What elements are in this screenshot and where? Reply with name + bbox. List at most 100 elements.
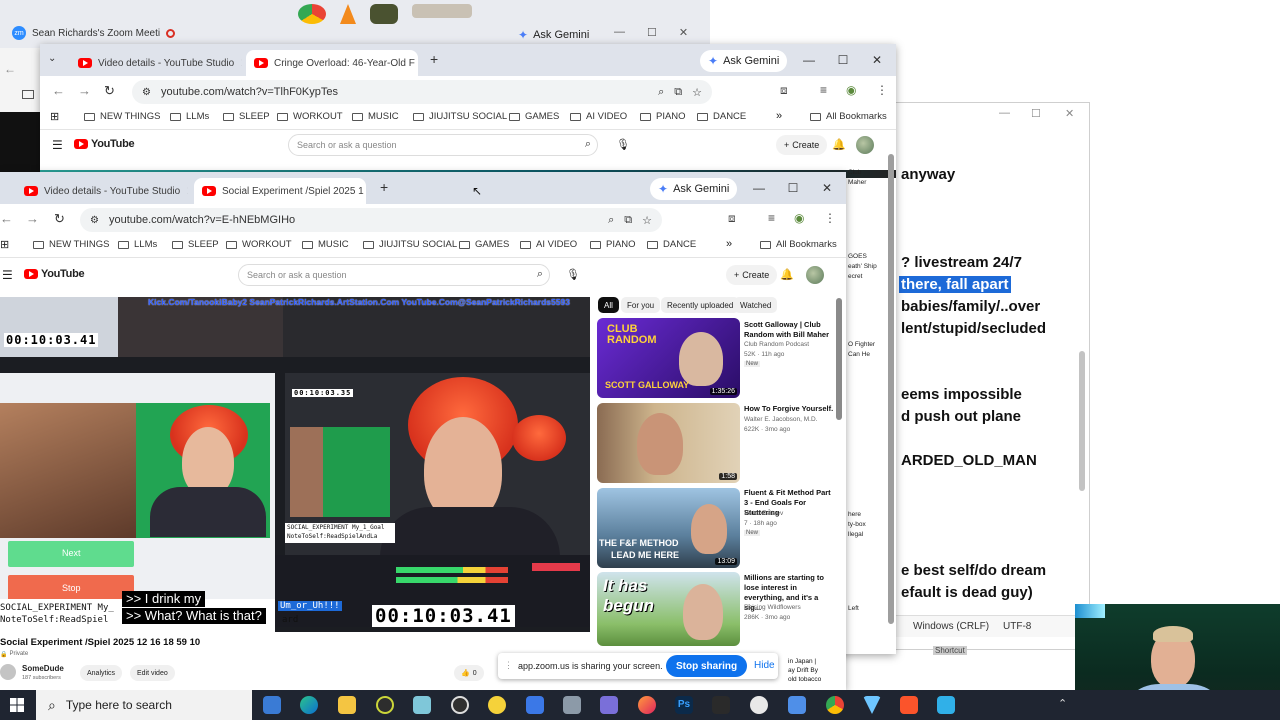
- task-view-icon[interactable]: [263, 696, 281, 714]
- back-arrow-icon[interactable]: ←: [4, 62, 16, 76]
- rec-thumb-2[interactable]: 1:58: [597, 403, 740, 483]
- note-line-6[interactable]: eems impossible: [901, 386, 1022, 403]
- apps-grid-icon[interactable]: ⊞: [0, 238, 9, 251]
- back-icon[interactable]: ←: [0, 211, 13, 226]
- back-tab-studio[interactable]: Video details - YouTube Studio ✕: [70, 50, 242, 76]
- front-tab-social-experiment[interactable]: Social Experiment /Spiel 2025 1 ✕: [194, 178, 366, 204]
- like-button[interactable]: 👍 0: [454, 665, 484, 681]
- analytics-button[interactable]: Analytics: [80, 665, 123, 681]
- back-address-bar[interactable]: ⚙ youtube.com/watch?v=TlhF0KypTes ⌕ ⧉ ☆: [132, 80, 712, 104]
- rec-channel-1[interactable]: Club Random Podcast: [744, 341, 809, 348]
- bookmark-workout[interactable]: WORKOUT: [277, 111, 343, 122]
- bookmark-ai-video[interactable]: AI VIDEO: [570, 111, 627, 122]
- note-line-4[interactable]: babies/family/..over: [901, 298, 1040, 315]
- chip-watched[interactable]: Watched: [734, 297, 778, 313]
- note-line-5[interactable]: lent/stupid/secluded: [901, 320, 1046, 337]
- bookmark-games[interactable]: GAMES: [459, 239, 509, 250]
- stop-button[interactable]: Stop: [8, 575, 134, 601]
- bookmark-jiujitsu[interactable]: JIUJITSU SOCIAL: [413, 111, 507, 122]
- brave-icon[interactable]: [900, 696, 918, 714]
- mic-icon[interactable]: 🎙: [566, 268, 580, 281]
- bookmark-dance[interactable]: DANCE: [647, 239, 696, 250]
- tab-close-icon[interactable]: ✕: [240, 56, 242, 70]
- front-yt-search[interactable]: Search or ask a question ⌕: [238, 264, 550, 286]
- bookmark-dance[interactable]: DANCE: [697, 111, 746, 122]
- hide-button[interactable]: Hide: [754, 660, 775, 671]
- back-tab-cringe[interactable]: Cringe Overload: 46-Year-Old F ✕: [246, 50, 418, 76]
- chrome-desktop-icon[interactable]: [298, 4, 326, 24]
- notepad-minimize-icon[interactable]: —: [999, 107, 1010, 119]
- vlc-desktop-icon[interactable]: [340, 4, 356, 24]
- front-tab-studio[interactable]: Video details - YouTube Studio ✕: [16, 178, 188, 204]
- back-page-scrollbar[interactable]: [888, 154, 894, 624]
- bookmark-piano[interactable]: PIANO: [640, 111, 686, 122]
- inkscape-icon[interactable]: [712, 696, 730, 714]
- rec-channel-3[interactable]: Viktor Zaitsev: [744, 510, 783, 517]
- close-icon[interactable]: ✕: [679, 26, 688, 39]
- minimize-icon[interactable]: —: [614, 26, 625, 39]
- search-icon[interactable]: ⌕: [585, 138, 591, 151]
- minimize-icon[interactable]: —: [792, 44, 826, 76]
- stop-sharing-button[interactable]: Stop sharing: [666, 655, 748, 677]
- all-bookmarks[interactable]: All Bookmarks: [810, 111, 887, 122]
- hamburger-icon[interactable]: ☰: [52, 138, 63, 152]
- extensions-icon[interactable]: ⧈: [780, 83, 788, 98]
- youtube-logo[interactable]: YouTube: [74, 138, 135, 150]
- all-bookmarks[interactable]: All Bookmarks: [760, 239, 837, 250]
- maximize-icon[interactable]: ☐: [826, 44, 860, 76]
- hamburger-icon[interactable]: ☰: [2, 268, 13, 282]
- channel-name[interactable]: SomeDude: [22, 664, 64, 673]
- close-icon[interactable]: ✕: [860, 44, 894, 76]
- app-icon-xbox[interactable]: [376, 696, 394, 714]
- create-button[interactable]: + Create: [776, 135, 828, 155]
- new-tab-icon[interactable]: +: [380, 179, 388, 195]
- bookmarks-overflow-icon[interactable]: »: [776, 110, 782, 122]
- zoom-tab[interactable]: zm Sean Richards's Zoom Meeti: [12, 26, 176, 40]
- chrome-taskbar-icon[interactable]: [826, 696, 844, 714]
- notepad-icon[interactable]: [413, 696, 431, 714]
- bookmark-new-things[interactable]: NEW THINGS: [33, 239, 110, 250]
- edge-icon[interactable]: [300, 696, 318, 714]
- forward-icon[interactable]: →: [78, 83, 91, 98]
- app-icon-gear[interactable]: [563, 696, 581, 714]
- app-icon-white[interactable]: [750, 696, 768, 714]
- profile-icon[interactable]: ◉: [846, 83, 856, 97]
- taskbar-search[interactable]: ⌕ Type here to search: [36, 690, 252, 720]
- site-info-icon[interactable]: ⚙: [90, 215, 99, 226]
- bookmark-star-icon[interactable]: ☆: [642, 214, 652, 227]
- maximize-icon[interactable]: ☐: [647, 26, 657, 39]
- app-icon-window[interactable]: [788, 696, 806, 714]
- bookmark-sleep[interactable]: SLEEP: [223, 111, 270, 122]
- rec-thumb-4[interactable]: It has begun: [597, 572, 740, 646]
- install-icon[interactable]: ⧉: [624, 214, 632, 227]
- app-icon-w[interactable]: [937, 696, 955, 714]
- rec-thumb-1[interactable]: CLUB RANDOM SCOTT GALLOWAY 1:35:26: [597, 318, 740, 398]
- close-icon[interactable]: ✕: [810, 172, 844, 204]
- media-icon[interactable]: ≡: [820, 83, 827, 97]
- rec-title-1[interactable]: Scott Galloway | Club Random with Bill M…: [744, 320, 836, 340]
- bookmark-star-icon[interactable]: ☆: [692, 86, 702, 99]
- rec-channel-4[interactable]: Raising Wildflowers: [744, 604, 801, 611]
- note-line-9[interactable]: e best self/do dream: [901, 562, 1046, 579]
- create-button[interactable]: + Create: [726, 265, 778, 285]
- note-line-10[interactable]: efault is dead guy): [901, 584, 1033, 601]
- bookmark-llms[interactable]: LLMs: [118, 239, 157, 250]
- extensions-icon[interactable]: ⧈: [728, 211, 736, 226]
- app-desktop-icon[interactable]: [370, 4, 398, 24]
- rec-thumb-3[interactable]: THE F&F METHOD LEAD ME HERE 13:09: [597, 488, 740, 568]
- zoom-icon[interactable]: ⌕: [608, 214, 614, 227]
- bookmark-games[interactable]: GAMES: [509, 111, 559, 122]
- drag-handle-icon[interactable]: ⋮: [504, 660, 513, 671]
- install-icon[interactable]: ⧉: [674, 86, 682, 99]
- media-icon[interactable]: ≡: [768, 211, 775, 225]
- bookmarks-overflow-icon[interactable]: »: [726, 238, 732, 250]
- chip-for-you[interactable]: For you: [621, 297, 661, 313]
- note-line-1[interactable]: anyway: [901, 166, 955, 183]
- firefox-icon[interactable]: [638, 696, 656, 714]
- next-button[interactable]: Next: [8, 541, 134, 567]
- notepad-scrollbar[interactable]: [1079, 351, 1085, 491]
- docs-icon[interactable]: [526, 696, 544, 714]
- notifications-icon[interactable]: 🔔: [832, 138, 846, 151]
- bookmark-music[interactable]: MUSIC: [352, 111, 399, 122]
- menu-icon[interactable]: ⋮: [876, 83, 888, 97]
